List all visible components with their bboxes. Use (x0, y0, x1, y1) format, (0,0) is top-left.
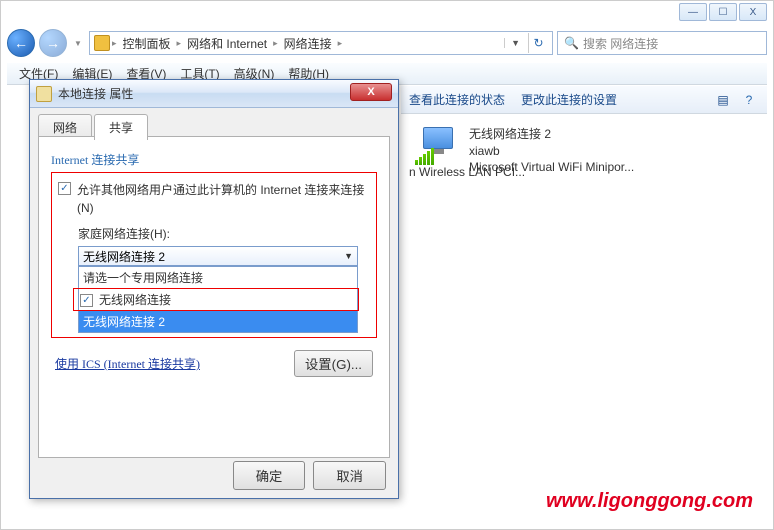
search-input[interactable]: 🔍 搜索 网络连接 (557, 31, 767, 55)
cmd-view-status[interactable]: 查看此连接的状态 (409, 91, 505, 108)
forward-button[interactable]: → (39, 29, 67, 57)
command-bar: 查看此连接的状态 更改此连接的设置 ▤ ? (401, 86, 767, 114)
properties-dialog: 本地连接 属性 X 网络 共享 Internet 连接共享 ✓ 允许其他网络用户… (29, 79, 399, 499)
ok-button[interactable]: 确定 (233, 461, 306, 490)
cmd-change-settings[interactable]: 更改此连接的设置 (521, 91, 617, 108)
maximize-button[interactable]: ☐ (709, 3, 737, 21)
connection-ssid: xiawb (469, 144, 634, 158)
home-network-dropdown[interactable]: 无线网络连接 2 (78, 246, 358, 266)
chevron-right-icon: ▸ (273, 38, 278, 49)
watermark: www.ligonggong.com (546, 490, 753, 513)
refresh-button[interactable]: ↻ (528, 33, 548, 53)
chevron-right-icon: ▸ (338, 38, 343, 49)
dropdown-group-label: 请选一个专用网络连接 (79, 267, 357, 288)
allow-sharing-checkbox[interactable]: ✓ (58, 182, 71, 195)
window-controls: — ☐ X (679, 3, 767, 21)
tab-panel-sharing: Internet 连接共享 ✓ 允许其他网络用户通过此计算机的 Internet… (38, 136, 390, 458)
search-placeholder: 搜索 网络连接 (583, 35, 658, 52)
dropdown-list: 请选一个专用网络连接 ✓ 无线网络连接 无线网络连接 2 (78, 266, 358, 333)
minimize-button[interactable]: — (679, 3, 707, 21)
breadcrumb-item[interactable]: 网络和 Internet (183, 35, 271, 52)
history-dropdown[interactable]: ▼ (71, 29, 85, 57)
back-button[interactable]: ← (7, 29, 35, 57)
tab-sharing[interactable]: 共享 (94, 114, 148, 140)
nav-bar: ← → ▼ ▸ 控制面板 ▸ 网络和 Internet ▸ 网络连接 ▸ ▼ ↻… (7, 27, 767, 59)
chevron-down-icon[interactable]: ▼ (504, 38, 526, 48)
breadcrumb-item[interactable]: 网络连接 (280, 35, 336, 52)
wifi-adapter-icon (415, 125, 459, 165)
cancel-button[interactable]: 取消 (313, 461, 386, 490)
ics-help-link[interactable]: 使用 ICS (Internet 连接共享) (55, 355, 200, 372)
dialog-titlebar[interactable]: 本地连接 属性 X (30, 80, 398, 108)
dropdown-option[interactable]: 无线网络连接 (99, 291, 171, 308)
breadcrumb-item[interactable]: 控制面板 (119, 35, 175, 52)
adapter-icon (36, 86, 52, 102)
connection-name: 无线网络连接 2 (469, 125, 634, 142)
dialog-buttons: 确定 取消 (233, 461, 386, 490)
dropdown-selected: 无线网络连接 2 (83, 248, 165, 265)
close-button[interactable]: X (739, 3, 767, 21)
folder-icon (94, 35, 110, 51)
view-options-icon[interactable]: ▤ (713, 90, 733, 110)
home-network-label: 家庭网络连接(H): (78, 225, 370, 242)
breadcrumb[interactable]: ▸ 控制面板 ▸ 网络和 Internet ▸ 网络连接 ▸ ▼ ↻ (89, 31, 553, 55)
dialog-title: 本地连接 属性 (58, 85, 344, 102)
settings-button[interactable]: 设置(G)... (294, 350, 373, 377)
group-title: Internet 连接共享 (51, 151, 377, 168)
help-icon[interactable]: ? (739, 90, 759, 110)
search-icon: 🔍 (564, 36, 579, 50)
dropdown-option-selected[interactable]: 无线网络连接 2 (79, 311, 357, 332)
partial-adapter-text: n Wireless LAN PCI (409, 165, 525, 179)
private-net-checkbox[interactable]: ✓ (80, 294, 93, 307)
allow-sharing-label: 允许其他网络用户通过此计算机的 Internet 连接来连接(N) (77, 181, 370, 217)
chevron-right-icon: ▸ (177, 38, 182, 49)
ics-allow-group: ✓ 允许其他网络用户通过此计算机的 Internet 连接来连接(N) 家庭网络… (51, 172, 377, 338)
chevron-right-icon: ▸ (112, 38, 117, 49)
dialog-close-button[interactable]: X (350, 83, 392, 101)
